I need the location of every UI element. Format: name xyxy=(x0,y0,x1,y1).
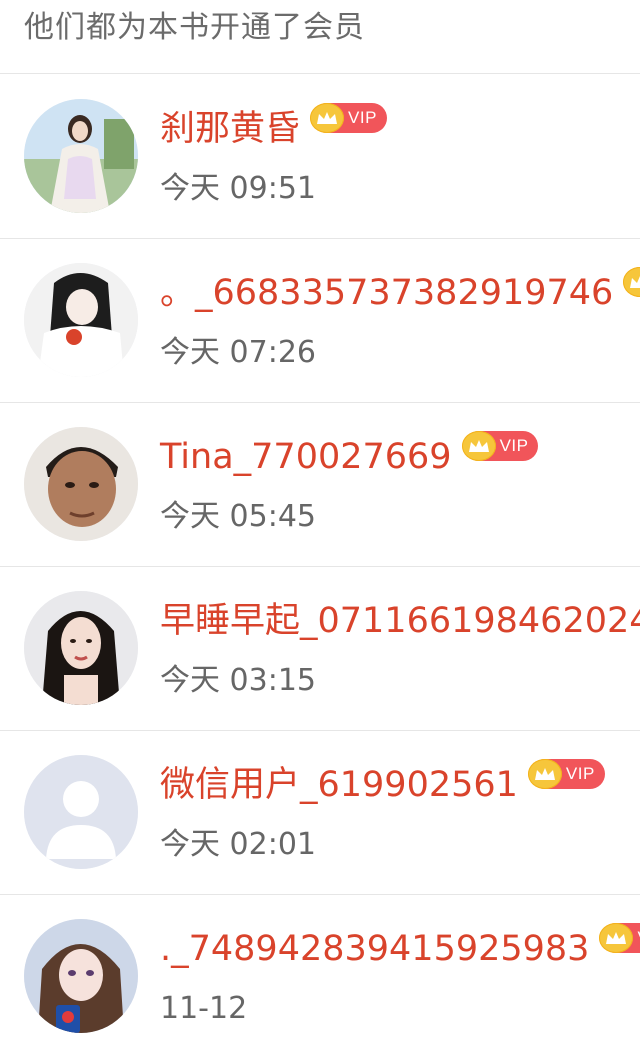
crown-icon xyxy=(461,431,496,461)
default-avatar-icon[interactable] xyxy=(24,755,138,869)
vip-badge: VIP xyxy=(310,103,387,133)
name-line: 早睡早起_071166198462024 xyxy=(160,599,640,643)
join-time: 今天 02:01 xyxy=(160,827,316,862)
name-line: ._748942839415925983 VIP xyxy=(160,923,640,971)
member-row[interactable]: ._748942839415925983 VIP 11-12 xyxy=(0,895,640,1059)
vip-label: VIP xyxy=(348,108,377,127)
avatar-girl-white-dress-icon[interactable] xyxy=(24,99,138,213)
username[interactable]: 。_668335737382919746 xyxy=(160,271,613,315)
member-row[interactable]: 刹那黄昏 VIP 今天 09:51 xyxy=(0,75,640,239)
name-line: 微信用户_619902561 VIP xyxy=(160,759,605,807)
crown-icon xyxy=(623,267,640,297)
vip-badge: VIP xyxy=(623,267,640,297)
username[interactable]: 早睡早起_071166198462024 xyxy=(160,599,640,643)
crown-icon xyxy=(599,923,634,953)
vip-badge: VIP xyxy=(527,759,605,789)
crown-icon xyxy=(527,759,562,789)
vip-badge: VIP xyxy=(599,923,640,953)
name-line: 。_668335737382919746 VIP xyxy=(160,267,640,315)
join-time: 今天 09:51 xyxy=(160,171,316,206)
join-time: 11-12 xyxy=(160,991,248,1026)
avatar-boy-photo-icon[interactable] xyxy=(24,427,138,541)
username[interactable]: 微信用户_619902561 xyxy=(160,763,518,807)
crown-icon xyxy=(310,103,345,133)
page-header: 他们都为本书开通了会员 xyxy=(0,0,640,74)
page-title: 他们都为本书开通了会员 xyxy=(24,10,365,45)
member-row[interactable]: 微信用户_619902561 VIP 今天 02:01 xyxy=(0,731,640,895)
member-row[interactable]: 早睡早起_071166198462024 今天 03:15 xyxy=(0,567,640,731)
join-time: 今天 03:15 xyxy=(160,663,316,698)
member-row[interactable]: Tina_770027669 VIP 今天 05:45 xyxy=(0,403,640,567)
member-list: 刹那黄昏 VIP 今天 09:51 。_668335737382919746 今… xyxy=(0,75,640,1059)
name-line: Tina_770027669 VIP xyxy=(160,431,539,479)
vip-badge: VIP xyxy=(461,431,539,461)
vip-label: VIP xyxy=(499,436,529,455)
avatar-girl-drink-icon[interactable] xyxy=(24,919,138,1033)
vip-label: VIP xyxy=(565,764,595,783)
join-time: 今天 07:26 xyxy=(160,335,316,370)
name-line: 刹那黄昏 VIP xyxy=(160,103,387,151)
member-row[interactable]: 。_668335737382919746 VIP 今天 07:26 xyxy=(0,239,640,403)
join-time: 今天 05:45 xyxy=(160,499,316,534)
avatar-anime-girl-apple-icon[interactable] xyxy=(24,263,138,377)
username[interactable]: 刹那黄昏 xyxy=(160,107,300,151)
username[interactable]: Tina_770027669 xyxy=(160,435,452,479)
avatar-woman-portrait-icon[interactable] xyxy=(24,591,138,705)
username[interactable]: ._748942839415925983 xyxy=(160,927,589,971)
